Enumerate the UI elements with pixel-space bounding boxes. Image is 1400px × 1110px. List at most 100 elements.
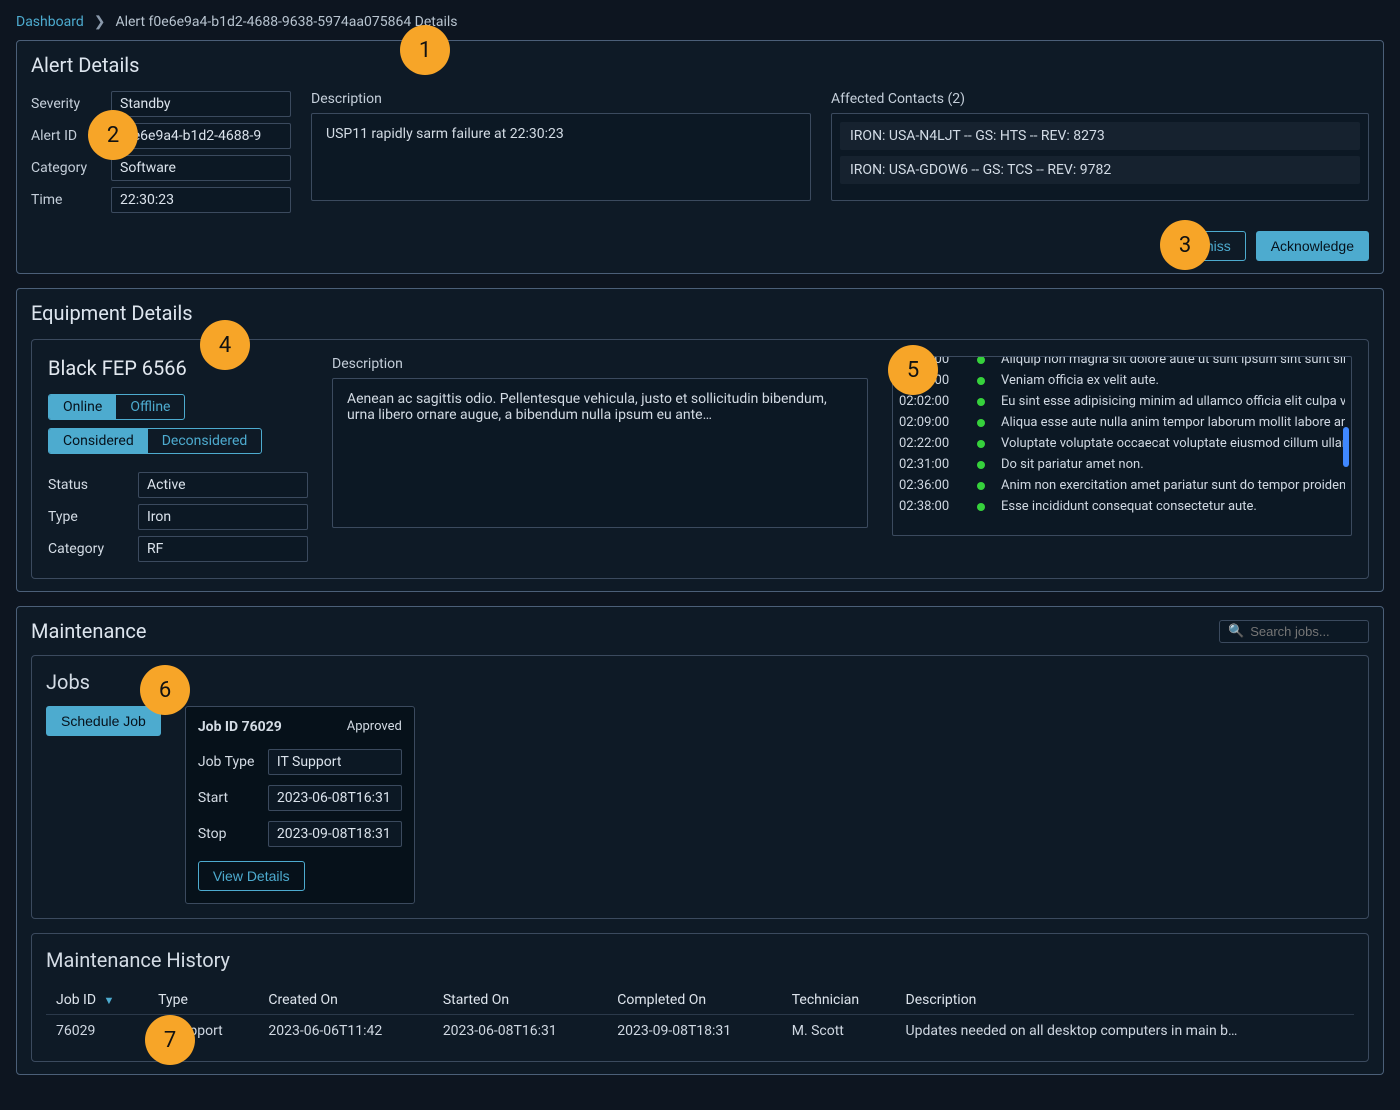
time-field[interactable]: 22:30:23	[111, 187, 291, 213]
status-dot-icon	[977, 398, 985, 406]
equip-type-label: Type	[48, 509, 138, 525]
log-row: 02:31:00 Do sit pariatur amet non.	[899, 454, 1345, 475]
status-dot-icon	[977, 461, 985, 469]
log-row: 02:09:00 Aliqua esse aute nulla anim tem…	[899, 412, 1345, 433]
cell-technician: M. Scott	[782, 1015, 896, 1048]
log-msg: Voluptate voluptate occaecat voluptate e…	[1001, 436, 1345, 451]
seg-offline[interactable]: Offline	[116, 395, 184, 419]
seg-online[interactable]: Online	[49, 395, 116, 419]
log-msg: Anim non exercitation amet pariatur sunt…	[1001, 478, 1345, 493]
alert-panel-title: Alert Details	[31, 53, 1369, 77]
cell-completed: 2023-09-08T18:31	[607, 1015, 781, 1048]
search-input-wrapper[interactable]: 🔍	[1219, 620, 1369, 643]
equip-category-field[interactable]: RF	[138, 536, 308, 562]
equip-description[interactable]: Aenean ac sagittis odio. Pellentesque ve…	[332, 378, 868, 528]
log-msg: Esse incididunt consequat consectetur au…	[1001, 499, 1345, 514]
sort-desc-icon: ▼	[104, 994, 115, 1007]
breadcrumb: Dashboard ❯ Alert f0e6e9a4-b1d2-4688-963…	[8, 12, 1392, 40]
log-time: 02:38:00	[899, 499, 971, 514]
job-card: Job ID 76029 Approved Job Type IT Suppor…	[185, 706, 415, 904]
status-dot-icon	[977, 503, 985, 511]
cell-started: 2023-06-08T16:31	[433, 1015, 607, 1048]
col-description[interactable]: Description	[896, 986, 1354, 1015]
col-job-id[interactable]: Job ID ▼	[46, 986, 148, 1015]
job-type-field[interactable]: IT Support	[268, 749, 402, 775]
breadcrumb-current: Alert f0e6e9a4-b1d2-4688-9638-5974aa0758…	[115, 14, 457, 30]
severity-field[interactable]: Standby	[111, 91, 291, 117]
search-icon: 🔍	[1228, 624, 1244, 639]
col-job-id-label: Job ID	[56, 992, 96, 1008]
equip-type-field[interactable]: Iron	[138, 504, 308, 530]
annotation-3: 3	[1160, 220, 1210, 270]
annotation-2: 2	[88, 110, 138, 160]
log-msg: Aliqua esse aute nulla anim tempor labor…	[1001, 415, 1345, 430]
job-stop-field[interactable]: 2023-09-08T18:31	[268, 821, 402, 847]
history-title: Maintenance History	[46, 948, 1354, 972]
severity-label: Severity	[31, 96, 111, 112]
log-row: 02:36:00 Anim non exercitation amet pari…	[899, 475, 1345, 496]
affected-contacts-box: IRON: USA-N4LJT -- GS: HTS -- REV: 8273 …	[831, 113, 1369, 201]
job-type-label: Job Type	[198, 754, 268, 770]
log-time: 02:31:00	[899, 457, 971, 472]
annotation-1: 1	[400, 25, 450, 75]
schedule-job-button[interactable]: Schedule Job	[46, 706, 161, 736]
seg-deconsidered[interactable]: Deconsidered	[148, 429, 262, 453]
affected-contacts-label: Affected Contacts (2)	[831, 91, 1369, 107]
equip-status-label: Status	[48, 477, 138, 493]
col-type[interactable]: Type	[148, 986, 258, 1015]
jobs-panel: Jobs Schedule Job Job ID 76029 Approved …	[31, 655, 1369, 919]
maintenance-panel: Maintenance 🔍 Jobs Schedule Job Job ID 7…	[16, 606, 1384, 1075]
annotation-7: 7	[145, 1015, 195, 1065]
equipment-name: Black FEP 6566	[48, 356, 308, 380]
log-time: 02:36:00	[899, 478, 971, 493]
status-dot-icon	[977, 440, 985, 448]
col-technician[interactable]: Technician	[782, 986, 896, 1015]
acknowledge-button[interactable]: Acknowledge	[1256, 231, 1369, 261]
log-row: 02:02:00 Eu sint esse adipisicing minim …	[899, 391, 1345, 412]
log-msg: Do sit pariatur amet non.	[1001, 457, 1345, 472]
history-table: Job ID ▼ Type Created On Started On Comp…	[46, 986, 1354, 1047]
equip-status-field[interactable]: Active	[138, 472, 308, 498]
log-row: 01:59:00 Aliquip non magna sit dolore au…	[899, 356, 1345, 370]
log-time: 02:02:00	[899, 394, 971, 409]
job-start-field[interactable]: 2023-06-08T16:31	[268, 785, 402, 811]
annotation-6: 6	[140, 665, 190, 715]
category-field[interactable]: Software	[111, 155, 291, 181]
description-label: Description	[311, 91, 811, 107]
log-time: 02:22:00	[899, 436, 971, 451]
scrollbar-thumb[interactable]	[1343, 427, 1349, 467]
maintenance-title: Maintenance	[31, 619, 146, 643]
alert-id-field[interactable]: f0e6e9a4-b1d2-4688-9	[111, 123, 291, 149]
table-row[interactable]: 76029 IT Support 2023-06-06T11:42 2023-0…	[46, 1015, 1354, 1048]
online-offline-segment[interactable]: Online Offline	[48, 394, 185, 420]
search-input[interactable]	[1250, 624, 1360, 639]
equip-desc-label: Description	[332, 356, 868, 372]
considered-segment[interactable]: Considered Deconsidered	[48, 428, 262, 454]
breadcrumb-root[interactable]: Dashboard	[16, 14, 84, 30]
status-dot-icon	[977, 377, 985, 385]
maintenance-history-panel: Maintenance History Job ID ▼ Type Create…	[31, 933, 1369, 1062]
annotation-4: 4	[200, 320, 250, 370]
log-msg: Veniam officia ex velit aute.	[1001, 373, 1345, 388]
view-details-button[interactable]: View Details	[198, 861, 305, 891]
col-created[interactable]: Created On	[258, 986, 432, 1015]
chevron-right-icon: ❯	[94, 14, 106, 30]
time-label: Time	[31, 192, 111, 208]
status-dot-icon	[977, 356, 985, 364]
cell-job-id: 76029	[46, 1015, 148, 1048]
job-start-label: Start	[198, 790, 268, 806]
seg-considered[interactable]: Considered	[49, 429, 148, 453]
event-log[interactable]: 01:59:00 Aliquip non magna sit dolore au…	[892, 356, 1352, 536]
job-stop-label: Stop	[198, 826, 268, 842]
log-msg: Aliquip non magna sit dolore aute ut sun…	[1001, 356, 1345, 367]
cell-desc: Updates needed on all desktop computers …	[896, 1015, 1354, 1048]
alert-description[interactable]: USP11 rapidly sarm failure at 22:30:23	[311, 113, 811, 201]
job-status: Approved	[347, 719, 402, 734]
col-completed[interactable]: Completed On	[607, 986, 781, 1015]
contact-item-1[interactable]: IRON: USA-GDOW6 -- GS: TCS -- REV: 9782	[840, 156, 1360, 184]
job-id: Job ID 76029	[198, 719, 282, 735]
contact-item-0[interactable]: IRON: USA-N4LJT -- GS: HTS -- REV: 8273	[840, 122, 1360, 150]
equip-category-label: Category	[48, 541, 138, 557]
log-row: 02:38:00 Esse incididunt consequat conse…	[899, 496, 1345, 517]
col-started[interactable]: Started On	[433, 986, 607, 1015]
